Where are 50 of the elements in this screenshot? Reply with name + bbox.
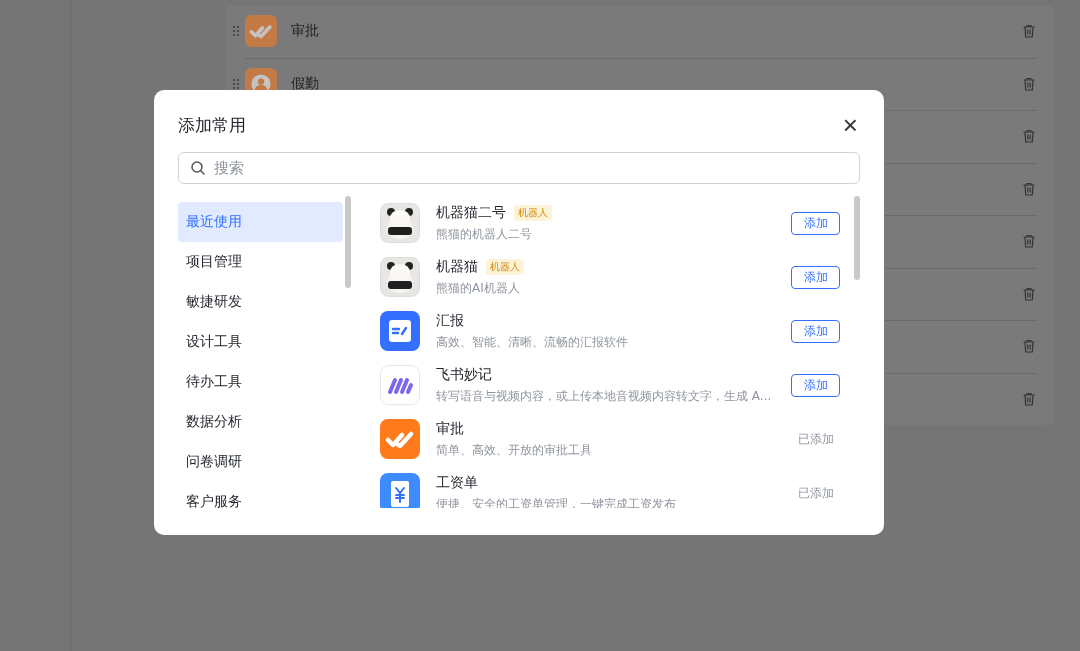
dialog-title: 添加常用 [178,113,246,137]
added-label: 已添加 [796,484,835,502]
category-tab[interactable]: 项目管理 [178,242,343,282]
checkmarks-icon [245,15,277,48]
delete-icon[interactable] [1021,23,1037,40]
search-field[interactable]: 搜索 [178,152,860,184]
checkmarks-icon [380,419,420,459]
delete-icon[interactable] [1021,233,1037,250]
scrollbar[interactable] [345,196,351,288]
scrollbar[interactable] [854,196,860,280]
app-name: 审批 [291,22,319,41]
delete-icon[interactable] [1021,285,1037,302]
close-button[interactable]: × [840,112,860,138]
category-tab[interactable]: 敏捷研发 [178,282,343,322]
delete-icon[interactable] [1021,180,1037,197]
robot-tag: 机器人 [514,204,552,221]
drag-handle-icon[interactable] [233,26,239,37]
category-tab[interactable]: 数据分析 [178,402,343,442]
category-tab[interactable]: 待办工具 [178,362,343,402]
search-icon [190,160,206,176]
app-name: 飞书妙记 [436,365,492,384]
app-name: 机器猫 [436,257,478,276]
app-description: 转写语音与视频内容，或上传本地音视频内容转文字，生成 A... [436,387,773,405]
waveform-icon [380,365,420,405]
robot-tag: 机器人 [486,258,524,275]
drag-handle-icon[interactable] [233,78,239,89]
yen-icon [380,473,420,508]
delete-icon[interactable] [1021,75,1037,92]
app-name: 工资单 [436,473,478,492]
app-description: 熊猫的AI机器人 [436,279,521,297]
app-description: 熊猫的机器人二号 [436,225,533,243]
app-name: 汇报 [436,311,464,330]
app-name: 机器猫二号 [436,203,506,222]
delete-icon[interactable] [1021,338,1037,355]
add-button[interactable]: 添加 [791,373,840,397]
added-label: 已添加 [796,430,835,448]
delete-icon[interactable] [1021,128,1037,145]
category-tab[interactable]: 问卷调研 [178,442,343,482]
add-button[interactable]: 添加 [791,211,840,235]
category-tab[interactable]: 最近使用 [178,202,343,242]
category-tab[interactable]: 设计工具 [178,322,343,362]
add-button[interactable]: 添加 [791,265,840,289]
delete-icon[interactable] [1021,390,1037,407]
app-description: 简单、高效、开放的审批工具 [436,441,593,459]
app-name: 审批 [436,419,464,438]
category-tab[interactable]: 客户服务 [178,482,343,522]
add-button[interactable]: 添加 [791,319,840,343]
app-description: 高效、智能、清晰、流畅的汇报软件 [436,333,629,351]
app-name: 假勤 [291,74,319,93]
report-icon [380,311,420,351]
